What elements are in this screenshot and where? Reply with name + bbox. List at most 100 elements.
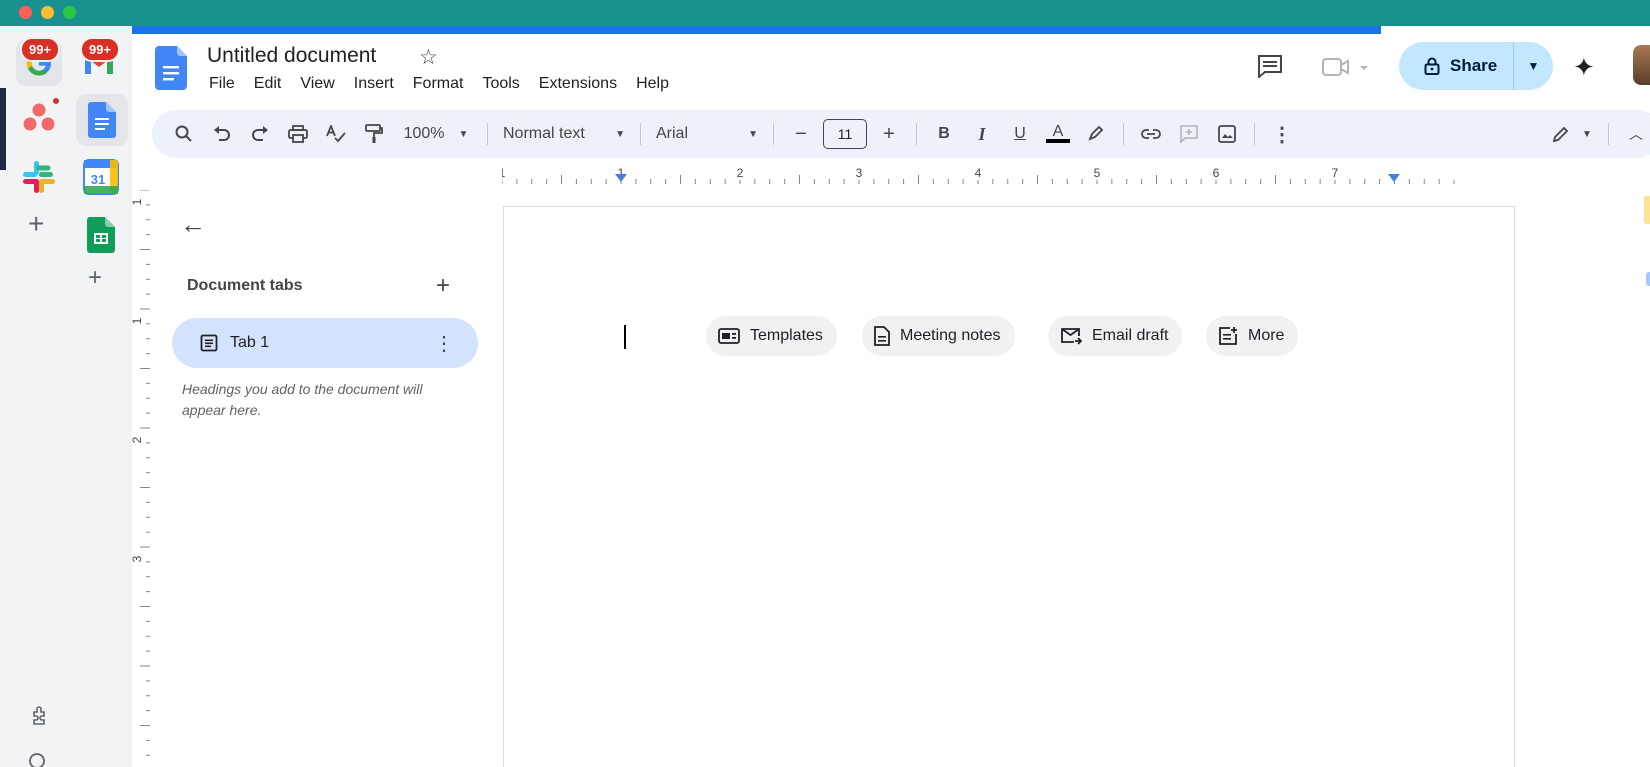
close-window-button[interactable] xyxy=(19,6,32,19)
toolbar-divider xyxy=(1254,123,1255,145)
toolbar-divider xyxy=(640,123,641,145)
formatting-toolbar: 100% ▼ Normal text ▼ Arial ▼ − 11 + B I … xyxy=(152,110,1650,158)
avatar[interactable] xyxy=(1633,45,1650,85)
right-panel-tab[interactable] xyxy=(1646,272,1650,286)
email-draft-chip[interactable]: Email draft xyxy=(1048,316,1183,356)
tab-label: Tab 1 xyxy=(230,334,270,351)
add-tab-button[interactable]: + xyxy=(436,272,450,300)
toolbar-divider xyxy=(1123,123,1124,145)
chevron-down-icon: ▼ xyxy=(1582,128,1592,140)
ruler-label: 3 xyxy=(132,555,144,562)
toolbar-divider xyxy=(1608,123,1609,145)
right-panel-tab[interactable] xyxy=(1644,196,1650,224)
asana-app-icon[interactable] xyxy=(16,94,62,140)
search-icon[interactable] xyxy=(28,752,50,767)
increase-font-size-button[interactable]: + xyxy=(873,118,905,150)
document-page[interactable] xyxy=(503,206,1515,767)
chip-label: Meeting notes xyxy=(900,327,1001,344)
highlight-color-icon[interactable] xyxy=(1080,118,1112,150)
document-tabs-heading: Document tabs xyxy=(187,277,303,294)
slack-icon xyxy=(23,161,55,193)
slack-app-icon[interactable] xyxy=(16,154,62,200)
add-app-button[interactable]: + xyxy=(28,208,44,240)
share-dropdown-button[interactable]: ▼ xyxy=(1514,59,1553,73)
redo-icon[interactable] xyxy=(244,118,276,150)
ruler-label: 5 xyxy=(1094,166,1101,180)
tab-document-icon xyxy=(200,334,218,352)
search-menus-icon[interactable] xyxy=(168,118,200,150)
menu-edit[interactable]: Edit xyxy=(254,75,282,93)
horizontal-ruler[interactable]: 11234567 xyxy=(502,166,1515,186)
bold-button[interactable]: B xyxy=(928,118,960,150)
underline-button[interactable]: U xyxy=(1004,118,1036,150)
google-app-icon[interactable]: 99+ xyxy=(16,37,62,86)
ruler-label: 1 xyxy=(132,317,144,324)
vertical-ruler[interactable]: 1 1 2 3 xyxy=(132,190,152,767)
meet-icon[interactable] xyxy=(1322,56,1372,83)
email-icon xyxy=(1061,328,1082,345)
maximize-window-button[interactable] xyxy=(63,6,76,19)
window-titlebar xyxy=(0,0,1650,26)
insert-image-icon[interactable] xyxy=(1211,118,1243,150)
font-size-input[interactable]: 11 xyxy=(823,118,867,150)
meeting-notes-chip[interactable]: Meeting notes xyxy=(862,316,1015,356)
calendar-icon: 31 xyxy=(83,159,119,195)
gemini-sparkle-icon[interactable]: ✦ xyxy=(1573,52,1595,83)
calendar-app-icon[interactable]: 31 xyxy=(78,154,124,200)
more-options-icon[interactable]: ⋮ xyxy=(1266,118,1298,150)
decrease-font-size-button[interactable]: − xyxy=(785,118,817,150)
templates-chip[interactable]: Templates xyxy=(706,316,837,356)
menu-format[interactable]: Format xyxy=(413,75,464,93)
menu-help[interactable]: Help xyxy=(636,75,669,93)
more-chip[interactable]: More xyxy=(1206,316,1299,356)
menu-file[interactable]: File xyxy=(209,75,235,93)
docs-app-icon[interactable] xyxy=(76,94,128,146)
document-title[interactable]: Untitled document xyxy=(207,44,376,68)
paint-format-icon[interactable] xyxy=(358,118,390,150)
minimize-window-button[interactable] xyxy=(41,6,54,19)
print-icon[interactable] xyxy=(282,118,314,150)
share-button[interactable]: Share xyxy=(1399,42,1513,90)
text-color-button[interactable]: A xyxy=(1042,118,1074,150)
italic-button[interactable]: I xyxy=(966,118,998,150)
menu-tools[interactable]: Tools xyxy=(482,75,519,93)
font-value: Arial xyxy=(656,125,689,142)
font-select[interactable]: Arial ▼ xyxy=(652,118,762,150)
link-icon[interactable] xyxy=(1135,118,1167,150)
text-color-swatch xyxy=(1046,139,1070,143)
toolbar-divider xyxy=(487,123,488,145)
paragraph-style-select[interactable]: Normal text ▼ xyxy=(499,118,629,150)
spellcheck-icon[interactable] xyxy=(320,118,352,150)
menu-insert[interactable]: Insert xyxy=(354,75,394,93)
lock-icon xyxy=(1424,57,1440,75)
zoom-select[interactable]: 100% ▼ xyxy=(396,118,476,150)
menu-extensions[interactable]: Extensions xyxy=(539,75,617,93)
text-color-letter: A xyxy=(1052,123,1064,140)
docs-icon xyxy=(88,102,116,138)
back-arrow-icon[interactable]: ← xyxy=(180,209,206,240)
menu-bar: File Edit View Insert Format Tools Exten… xyxy=(209,75,669,93)
comments-icon[interactable] xyxy=(1257,54,1283,83)
editing-mode-select[interactable]: ▼ xyxy=(1547,118,1597,150)
chevron-down-icon: ▼ xyxy=(615,128,625,140)
star-icon[interactable]: ☆ xyxy=(419,45,438,70)
zoom-value: 100% xyxy=(403,125,445,142)
add-app-button[interactable]: + xyxy=(88,264,102,292)
toolbar-divider xyxy=(773,123,774,145)
add-comment-icon[interactable] xyxy=(1173,118,1205,150)
more-icon xyxy=(1219,327,1237,345)
sheets-icon xyxy=(87,217,115,253)
extensions-icon[interactable] xyxy=(30,704,52,731)
hide-menus-icon[interactable]: ︿ xyxy=(1620,118,1650,150)
tab-options-icon[interactable]: ⋮ xyxy=(434,331,454,356)
undo-icon[interactable] xyxy=(206,118,238,150)
docs-logo-icon[interactable] xyxy=(155,46,187,90)
sheets-app-icon[interactable] xyxy=(78,212,124,258)
document-icon xyxy=(874,326,890,346)
ruler-label: 6 xyxy=(1213,166,1220,180)
menu-view[interactable]: View xyxy=(300,75,334,93)
chevron-down-icon: ▼ xyxy=(458,128,469,140)
tab-1[interactable]: Tab 1 ⋮ xyxy=(172,318,478,368)
indent-marker[interactable] xyxy=(1388,174,1400,182)
gmail-app-icon[interactable]: 99+ xyxy=(76,37,122,86)
